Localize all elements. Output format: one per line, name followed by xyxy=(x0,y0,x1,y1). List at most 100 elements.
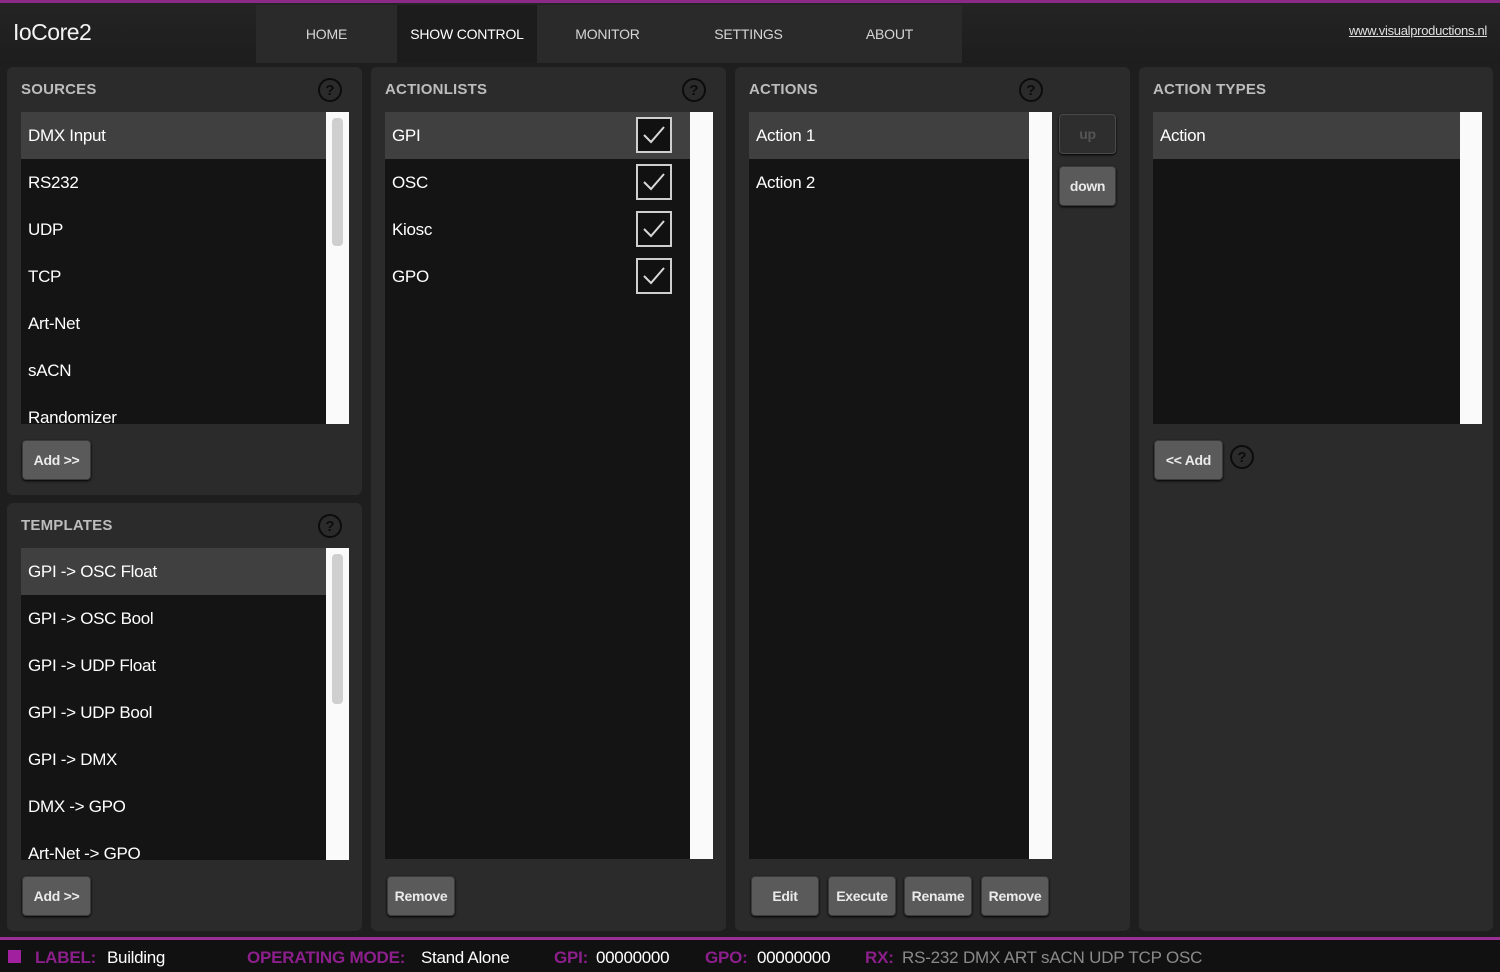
list-item[interactable]: Action 2 xyxy=(749,159,1029,206)
checkmark-icon xyxy=(643,267,665,285)
edit-action-button[interactable]: Edit xyxy=(751,876,819,916)
list-item[interactable]: DMX -> GPO xyxy=(21,783,326,830)
list-item[interactable]: Art-Net -> GPO xyxy=(21,830,326,861)
gpi-value: 00000000 xyxy=(596,948,670,967)
list-item[interactable]: TCP xyxy=(21,253,326,300)
tab-home[interactable]: HOME xyxy=(256,5,397,63)
add-source-button[interactable]: Add >> xyxy=(22,440,91,480)
list-item-label: sACN xyxy=(28,360,72,380)
action-types-scrollbar[interactable] xyxy=(1460,112,1482,424)
tab-about[interactable]: ABOUT xyxy=(819,5,960,63)
list-item-label: Action xyxy=(1160,125,1206,145)
list-item[interactable]: GPO xyxy=(385,253,690,300)
add-template-button[interactable]: Add >> xyxy=(22,876,91,916)
list-item[interactable]: OSC xyxy=(385,159,690,206)
status-bar: LABEL: Building OPERATING MODE: Stand Al… xyxy=(0,940,1500,972)
tab-show-control[interactable]: SHOW CONTROL xyxy=(397,5,537,63)
scrollbar-thumb[interactable] xyxy=(332,554,343,704)
main-nav: HOME SHOW CONTROL MONITOR SETTINGS ABOUT xyxy=(256,5,962,63)
list-item-label: Art-Net xyxy=(28,313,80,333)
list-item[interactable]: Art-Net xyxy=(21,300,326,347)
remove-action-button[interactable]: Remove xyxy=(981,876,1049,916)
list-item[interactable]: GPI -> OSC Bool xyxy=(21,595,326,642)
templates-scrollbar[interactable] xyxy=(326,548,349,860)
list-item[interactable]: DMX Input xyxy=(21,112,326,159)
list-item-label: UDP xyxy=(28,219,63,239)
help-icon[interactable]: ? xyxy=(1019,78,1043,102)
actions-title: ACTIONS xyxy=(749,81,818,98)
templates-panel: TEMPLATES ? GPI -> OSC Float GPI -> OSC B… xyxy=(7,503,362,931)
actionlists-panel: ACTIONLISTS ? GPI OSC Kiosc GPO Remove xyxy=(371,67,726,931)
enabled-checkbox[interactable] xyxy=(636,117,672,153)
list-item-label: GPI -> UDP Float xyxy=(28,655,156,675)
actionlists-list: GPI OSC Kiosc GPO xyxy=(385,112,690,859)
list-item[interactable]: Kiosc xyxy=(385,206,690,253)
list-item[interactable]: GPI -> DMX xyxy=(21,736,326,783)
action-types-list: Action xyxy=(1153,112,1460,424)
rx-key: RX: xyxy=(865,948,894,967)
list-item-label: Kiosc xyxy=(392,219,433,239)
tab-settings[interactable]: SETTINGS xyxy=(678,5,819,63)
gpo-key: GPO: xyxy=(705,948,748,967)
list-item[interactable]: GPI -> OSC Float xyxy=(21,548,326,595)
sources-scrollbar[interactable] xyxy=(326,112,349,424)
list-item-label: Action 2 xyxy=(756,172,816,192)
enabled-checkbox[interactable] xyxy=(636,211,672,247)
list-item[interactable]: Randomizer xyxy=(21,394,326,425)
action-types-panel: ACTION TYPES Action << Add ? xyxy=(1139,67,1493,931)
actions-panel: ACTIONS ? Action 1 Action 2 up down Edit … xyxy=(735,67,1130,931)
list-item[interactable]: GPI xyxy=(385,112,690,159)
sources-title: SOURCES xyxy=(21,81,97,98)
list-item-label: DMX Input xyxy=(28,125,106,145)
app-title: IoCore2 xyxy=(13,19,92,45)
move-down-button[interactable]: down xyxy=(1059,166,1116,206)
list-item[interactable]: Action 1 xyxy=(749,112,1029,159)
list-item-label: GPI -> UDP Bool xyxy=(28,702,153,722)
list-item[interactable]: GPI -> UDP Bool xyxy=(21,689,326,736)
label-value: Building xyxy=(107,948,166,967)
checkmark-icon xyxy=(643,220,665,238)
list-item-label: Art-Net -> GPO xyxy=(28,843,141,861)
rename-action-button[interactable]: Rename xyxy=(904,876,972,916)
list-item[interactable]: sACN xyxy=(21,347,326,394)
move-up-button[interactable]: up xyxy=(1059,114,1116,154)
add-action-type-button[interactable]: << Add xyxy=(1154,440,1223,480)
list-item-label: DMX -> GPO xyxy=(28,796,126,816)
templates-list: GPI -> OSC Float GPI -> OSC Bool GPI -> UD… xyxy=(21,548,326,860)
execute-action-button[interactable]: Execute xyxy=(828,876,896,916)
list-item-label: GPI -> DMX xyxy=(28,749,118,769)
list-item-label: GPI -> OSC Float xyxy=(28,561,157,581)
operating-mode-value: Stand Alone xyxy=(421,948,510,967)
sources-list: DMX Input RS232 UDP TCP Art-Net sACN Randomize… xyxy=(21,112,326,424)
checkmark-icon xyxy=(643,126,665,144)
status-indicator-icon xyxy=(8,950,21,963)
label-key: LABEL: xyxy=(35,948,97,967)
list-item[interactable]: RS232 xyxy=(21,159,326,206)
checkmark-icon xyxy=(643,173,665,191)
scrollbar-thumb[interactable] xyxy=(332,118,343,246)
operating-mode-key: OPERATING MODE: xyxy=(247,948,406,967)
list-item-label: GPO xyxy=(392,266,429,286)
action-types-title: ACTION TYPES xyxy=(1153,81,1267,98)
remove-actionlist-button[interactable]: Remove xyxy=(387,876,455,916)
help-icon[interactable]: ? xyxy=(318,514,342,538)
website-link[interactable]: www.visualproductions.nl xyxy=(1349,23,1487,38)
help-icon[interactable]: ? xyxy=(1230,445,1254,469)
list-item-label: GPI xyxy=(392,125,421,145)
gpi-key: GPI: xyxy=(554,948,589,967)
list-item[interactable]: UDP xyxy=(21,206,326,253)
tab-monitor[interactable]: MONITOR xyxy=(537,5,678,63)
help-icon[interactable]: ? xyxy=(318,78,342,102)
list-item-label: OSC xyxy=(392,172,428,192)
app-window: IoCore2 HOME SHOW CONTROL MONITOR SETTIN… xyxy=(0,0,1500,972)
enabled-checkbox[interactable] xyxy=(636,258,672,294)
list-item-label: GPI -> OSC Bool xyxy=(28,608,154,628)
gpo-value: 00000000 xyxy=(757,948,831,967)
list-item[interactable]: GPI -> UDP Float xyxy=(21,642,326,689)
list-item-label: Randomizer xyxy=(28,407,117,425)
help-icon[interactable]: ? xyxy=(682,78,706,102)
enabled-checkbox[interactable] xyxy=(636,164,672,200)
list-item[interactable]: Action xyxy=(1153,112,1460,159)
actions-scrollbar[interactable] xyxy=(1029,112,1052,859)
actionlists-scrollbar[interactable] xyxy=(690,112,713,859)
